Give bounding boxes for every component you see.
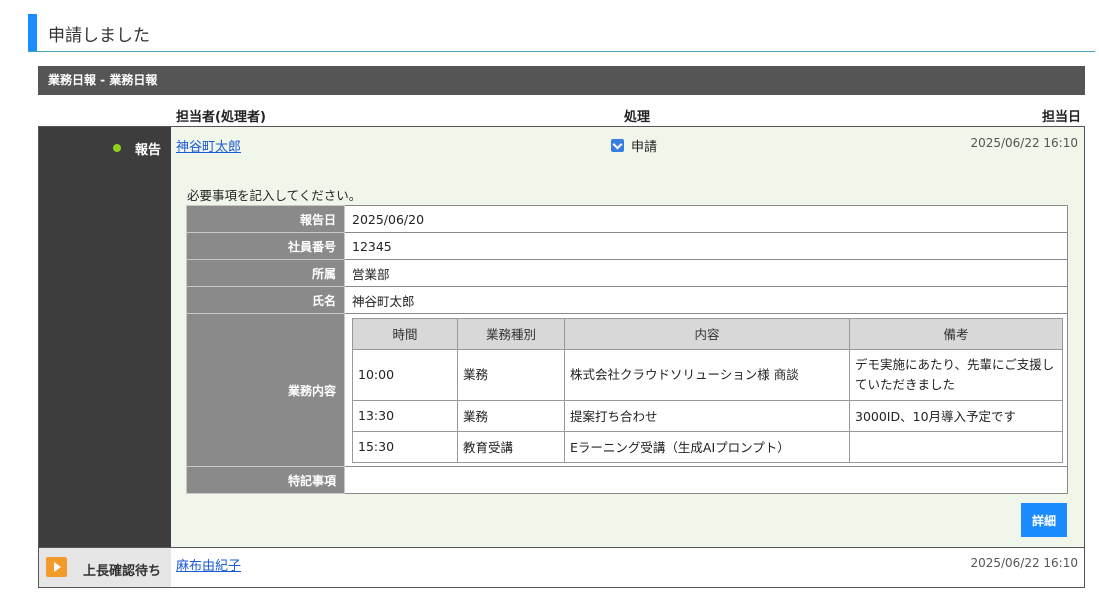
form-row-department: 所属 営業部 [186,259,1068,287]
column-header-action: 処理 [624,110,651,125]
table-row: 15:30 教育受講 Eラーニング受講（生成AIプロンプト） [352,430,1063,463]
cell-content: 株式会社クラウドソリューション様 商談 [564,348,850,401]
step-cell-wait: 上長確認待ち [39,548,171,587]
detail-button[interactable]: 詳細 [1021,503,1067,537]
section-title-bar: 業務日報 - 業務日報 [38,66,1085,95]
cell-time: 10:00 [352,348,458,401]
field-label: 氏名 [186,286,345,314]
route-row-wait: 上長確認待ち 麻布由紀子 2025/06/22 16:10 [39,547,1084,587]
form-row-name: 氏名 神谷町太郎 [186,286,1068,314]
cell-content: 提案打ち合わせ [564,399,850,432]
cell-time: 13:30 [352,399,458,432]
field-value: 神谷町太郎 [344,286,1068,314]
form-row-work-content: 業務内容 時間 業務種別 内容 備考 10:00 業務 株式会社クラウドソリュー… [186,313,1068,467]
field-label: 所属 [186,259,345,287]
table-row: 13:30 業務 提案打ち合わせ 3000ID、10月導入予定です [352,399,1063,432]
status-dot-icon [113,144,121,152]
work-col-type: 業務種別 [457,317,565,350]
field-label: 特記事項 [186,466,345,494]
cell-remarks [849,430,1063,463]
work-col-content: 内容 [564,317,850,350]
header-accent-bar [28,14,37,51]
form-row-notes: 特記事項 [186,466,1068,494]
approval-route-table: 報告 神谷町太郎 申請 2025/06/22 16:10 必要事項を記入してくだ… [38,126,1085,588]
field-label: 社員番号 [186,232,345,260]
assignee-link-wait[interactable]: 麻布由紀子 [176,555,241,574]
work-col-remarks: 備考 [849,317,1063,350]
column-header-date: 担当日 [1041,110,1081,125]
action-status: 申請 [611,136,657,155]
instruction-text: 必要事項を記入してください。 [187,188,362,203]
cell-type: 教育受講 [457,430,565,463]
step-content-wait: 麻布由紀子 2025/06/22 16:10 [171,548,1084,587]
step-label-wait: 上長確認待ち [82,564,161,579]
work-table-header: 時間 業務種別 内容 備考 [352,317,1063,350]
work-content-table: 時間 業務種別 内容 備考 10:00 業務 株式会社クラウドソリューション様 … [352,317,1063,463]
cell-type: 業務 [457,348,565,401]
field-label: 報告日 [186,205,345,233]
work-content-cell: 時間 業務種別 内容 備考 10:00 業務 株式会社クラウドソリューション様 … [344,313,1068,467]
work-col-time: 時間 [352,317,458,350]
field-value: 12345 [344,232,1068,260]
cell-content: Eラーニング受講（生成AIプロンプト） [564,430,850,463]
action-label: 申請 [631,140,658,155]
step-content-report: 神谷町太郎 申請 2025/06/22 16:10 必要事項を記入してください。… [171,127,1084,547]
arrow-down-icon [611,139,624,152]
cell-remarks: 3000ID、10月導入予定です [849,399,1063,432]
step-cell-report: 報告 [39,127,171,547]
page-title: 申請しました [48,26,150,46]
field-label: 業務内容 [186,313,345,467]
field-value [344,466,1068,494]
route-row-report: 報告 神谷町太郎 申請 2025/06/22 16:10 必要事項を記入してくだ… [39,127,1084,547]
date-wait: 2025/06/22 16:10 [970,556,1078,570]
cell-time: 15:30 [352,430,458,463]
field-value: 2025/06/20 [344,205,1068,233]
form-row-report-date: 報告日 2025/06/20 [186,205,1068,233]
step-label-report: 報告 [134,143,161,158]
page-header: 申請しました [28,14,1095,52]
column-header-assignee: 担当者(処理者) [176,110,266,125]
cell-type: 業務 [457,399,565,432]
cell-remarks: デモ実施にあたり、先輩にご支援していただきました [849,348,1063,401]
date-report: 2025/06/22 16:10 [970,136,1078,150]
report-form-table: 報告日 2025/06/20 社員番号 12345 所属 営業部 氏名 神谷町太… [186,205,1068,494]
field-value: 営業部 [344,259,1068,287]
assignee-link-report[interactable]: 神谷町太郎 [176,136,241,155]
play-icon [46,557,67,577]
table-row: 10:00 業務 株式会社クラウドソリューション様 商談 デモ実施にあたり、先輩… [352,348,1063,401]
form-row-employee-no: 社員番号 12345 [186,232,1068,260]
